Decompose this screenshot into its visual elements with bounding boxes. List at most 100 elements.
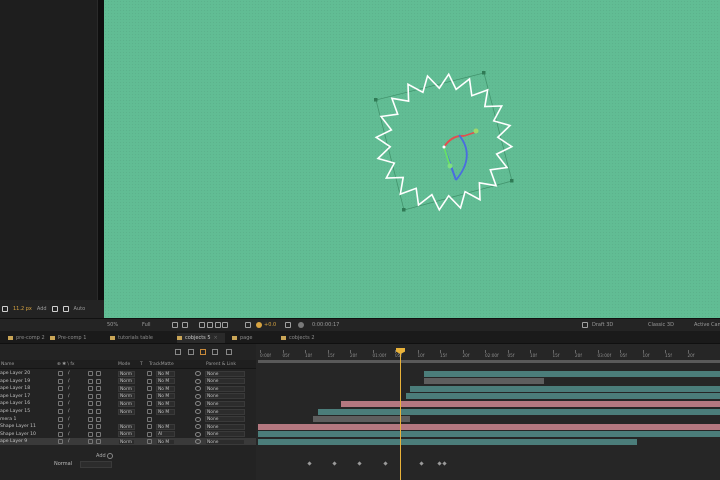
timecode[interactable]: 0:00:00:17 — [312, 321, 339, 329]
parent-dropdown[interactable]: None — [205, 416, 245, 423]
trackmatte-dropdown[interactable]: No M — [156, 408, 175, 415]
bbox-handle[interactable] — [374, 98, 378, 102]
3d-layer-icon[interactable] — [96, 393, 101, 399]
blend-mode-dropdown[interactable]: Normal — [54, 461, 72, 467]
layer-name[interactable]: Shape Layer 11 — [0, 423, 48, 430]
3d-layer-icon[interactable] — [96, 401, 101, 407]
tab-cobjects-5[interactable]: cobjects 5 × — [177, 333, 225, 343]
grid-icon[interactable] — [51, 306, 58, 312]
active-camera-dropdown[interactable]: Active Camera — [694, 321, 720, 329]
preserve-transparency-icon[interactable] — [147, 409, 152, 414]
pen-icon[interactable]: / — [68, 438, 70, 445]
trackmatte-dropdown[interactable]: No M — [156, 400, 175, 407]
mode-dropdown[interactable]: Norm — [118, 438, 135, 445]
quality-switch-icon[interactable] — [88, 416, 93, 422]
auto-label[interactable]: Auto — [74, 306, 86, 312]
renderer-label[interactable]: Draft 3D — [592, 321, 613, 329]
preserve-transparency-icon[interactable] — [147, 401, 152, 407]
quality-switch-icon[interactable] — [88, 378, 93, 384]
preserve-transparency-icon[interactable] — [147, 439, 152, 445]
add-label[interactable]: Add — [37, 306, 47, 312]
3d-axis-gizmo[interactable] — [442, 128, 479, 181]
tab-cobjects-2[interactable]: cobjects 2 — [281, 333, 315, 343]
shy-switch-icon[interactable] — [58, 424, 63, 430]
pickwhip-icon[interactable] — [195, 378, 201, 384]
layer-row[interactable]: ape Layer 20 / Norm No M None — [0, 370, 256, 377]
shy-switch-icon[interactable] — [58, 371, 63, 376]
layer-row[interactable]: mera 1 / None — [0, 416, 256, 423]
mode-dropdown[interactable]: Norm — [118, 385, 135, 392]
trackmatte-dropdown[interactable]: No M — [156, 385, 175, 392]
pen-icon[interactable]: / — [68, 393, 70, 400]
layer-name[interactable]: ape Layer 17 — [0, 393, 48, 400]
3d-view-dropdown[interactable]: Classic 3D — [648, 321, 674, 329]
parent-dropdown[interactable]: None — [205, 378, 245, 385]
3d-layer-icon[interactable] — [96, 371, 101, 376]
layer-row[interactable]: Shape Layer 10 / Norm Al None — [0, 431, 256, 438]
col-trackmatte[interactable]: TrackMatte — [149, 361, 174, 368]
trackmatte-dropdown[interactable]: No M — [156, 378, 175, 385]
resolution-dropdown[interactable]: Full — [142, 321, 151, 329]
stroke-width-value[interactable]: 11.2 px — [13, 306, 32, 312]
parent-dropdown[interactable]: None — [205, 408, 245, 415]
guides-icon[interactable] — [207, 322, 213, 328]
pickwhip-icon[interactable] — [195, 424, 201, 430]
pen-icon[interactable]: / — [68, 408, 70, 415]
preserve-transparency-icon[interactable] — [147, 431, 152, 437]
trackmatte-dropdown[interactable]: Al — [156, 431, 175, 438]
bbox-handle[interactable] — [402, 208, 406, 212]
col-name[interactable]: Name — [1, 361, 14, 368]
quality-switch-icon[interactable] — [88, 439, 93, 445]
blend-mode-field[interactable] — [80, 461, 112, 468]
mode-dropdown[interactable]: Norm — [118, 431, 135, 438]
grid-icon[interactable] — [222, 322, 228, 328]
3d-layer-icon[interactable] — [96, 431, 101, 437]
pen-icon[interactable]: / — [68, 431, 70, 438]
pickwhip-icon[interactable] — [195, 386, 201, 392]
shy-switch-icon[interactable] — [58, 416, 63, 422]
mode-dropdown[interactable]: Norm — [118, 393, 135, 400]
mode-dropdown[interactable]: Norm — [118, 378, 135, 385]
tab-tutorials-table[interactable]: tutorials table — [110, 333, 153, 343]
preserve-transparency-icon[interactable] — [147, 424, 152, 430]
3d-layer-icon[interactable] — [96, 378, 101, 384]
pen-icon[interactable]: / — [68, 370, 70, 377]
frame-blend-icon[interactable] — [200, 349, 206, 355]
layer-name[interactable]: ape Layer 19 — [0, 378, 48, 385]
preserve-transparency-icon[interactable] — [147, 386, 152, 392]
col-t[interactable]: T — [140, 361, 143, 368]
preserve-transparency-icon[interactable] — [147, 371, 152, 376]
preserve-transparency-icon[interactable] — [147, 378, 152, 384]
col-mode[interactable]: Mode — [118, 361, 130, 368]
square-icon[interactable] — [2, 306, 8, 312]
channel-icon[interactable] — [215, 322, 221, 328]
bbox-handle[interactable] — [510, 179, 514, 183]
shy-switch-icon[interactable] — [58, 386, 63, 392]
mode-dropdown[interactable]: Norm — [118, 370, 135, 377]
layer-name[interactable]: ape Layer 16 — [0, 400, 48, 407]
layer-row[interactable]: ape Layer 16 / Norm No M None — [0, 400, 256, 407]
layer-name[interactable]: ape Layer 20 — [0, 370, 48, 377]
layer-row[interactable]: Shape Layer 11 / Norm No M None — [0, 423, 256, 430]
parent-dropdown[interactable]: None — [205, 393, 245, 400]
pickwhip-icon[interactable] — [195, 416, 201, 422]
pen-icon[interactable]: / — [68, 378, 70, 385]
layer-row[interactable]: ape Layer 9 / Norm No M None — [0, 438, 256, 446]
quality-switch-icon[interactable] — [88, 393, 93, 399]
layer-bounding-box[interactable] — [374, 71, 514, 212]
trackmatte-dropdown[interactable]: No M — [156, 438, 175, 445]
parent-dropdown[interactable]: None — [205, 438, 245, 445]
trackmatte-dropdown[interactable]: No M — [156, 423, 175, 430]
shy-switch-icon[interactable] — [58, 431, 63, 437]
tab-pre-comp-1[interactable]: Pre-comp 1 — [50, 333, 86, 343]
zoom-dropdown[interactable]: 50% — [107, 321, 118, 329]
color-mgmt-icon[interactable] — [245, 322, 251, 328]
renderer-icon[interactable] — [582, 322, 588, 328]
add-icon[interactable] — [107, 453, 113, 459]
pickwhip-icon[interactable] — [195, 409, 201, 414]
mask-icon[interactable] — [199, 322, 205, 328]
bbox-handle[interactable] — [482, 71, 486, 75]
layer-name[interactable]: ape Layer 15 — [0, 408, 48, 415]
trackmatte-dropdown[interactable]: No M — [156, 370, 175, 377]
pickwhip-icon[interactable] — [195, 393, 201, 399]
